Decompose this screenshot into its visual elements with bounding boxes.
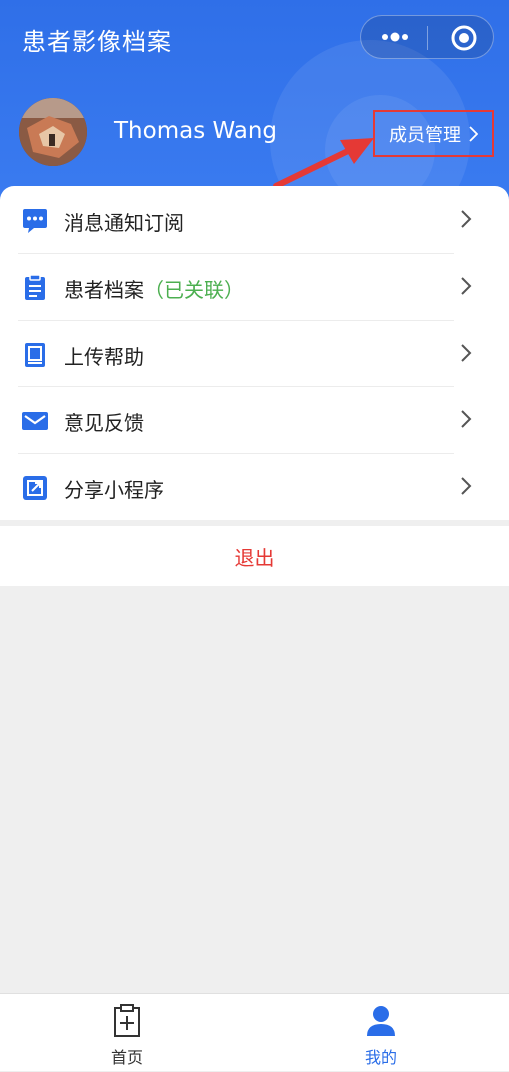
chevron-right-icon — [461, 477, 472, 495]
close-miniprogram-icon[interactable] — [451, 25, 477, 51]
user-icon — [367, 1006, 395, 1036]
menu-item-label: 消息通知订阅 — [64, 211, 184, 235]
miniprogram-capsule — [360, 15, 494, 59]
avatar[interactable] — [19, 98, 87, 166]
patient-records-label: 患者档案 — [64, 278, 144, 302]
chevron-right-icon — [461, 210, 472, 228]
menu-item-upload-help[interactable]: 上传帮助 — [0, 321, 509, 387]
profile-header: 患者影像档案 Thomas Wang 成员管理 — [0, 0, 509, 200]
member-management-button[interactable]: 成员管理 — [373, 110, 494, 157]
menu-item-notifications[interactable]: 消息通知订阅 — [0, 187, 509, 253]
menu-item-label: 患者档案（已关联） — [64, 274, 244, 303]
clipboard-icon — [25, 275, 45, 300]
tab-mine[interactable]: 我的 — [331, 994, 431, 1072]
logout-button[interactable]: 退出 — [0, 526, 509, 586]
member-management-label: 成员管理 — [389, 124, 461, 146]
chevron-right-icon — [461, 410, 472, 428]
page-title: 患者影像档案 — [22, 28, 172, 56]
menu-card: 消息通知订阅 患者档案（已关联） 上传帮助 意见反馈 分享小程序 — [0, 186, 509, 520]
chevron-right-icon — [461, 277, 472, 295]
menu-item-label: 意见反馈 — [64, 411, 144, 435]
menu-item-patient-records[interactable]: 患者档案（已关联） — [0, 254, 509, 320]
message-icon — [23, 209, 47, 233]
chevron-right-icon — [461, 344, 472, 362]
tab-bar: 首页 我的 — [0, 993, 509, 1071]
chevron-right-icon — [469, 125, 478, 142]
tab-home-label: 首页 — [110, 1048, 143, 1067]
menu-item-label: 上传帮助 — [64, 345, 144, 369]
book-icon — [25, 343, 45, 367]
avatar-image — [19, 98, 87, 166]
tab-mine-label: 我的 — [364, 1048, 397, 1067]
linked-status: （已关联） — [144, 278, 244, 302]
mail-icon — [22, 412, 48, 430]
capsule-divider — [427, 26, 428, 50]
logout-label: 退出 — [234, 545, 275, 570]
menu-item-feedback[interactable]: 意见反馈 — [0, 387, 509, 453]
more-options-icon[interactable] — [377, 26, 413, 48]
clipboard-plus-icon — [114, 1004, 140, 1037]
menu-item-label: 分享小程序 — [64, 478, 164, 502]
user-name: Thomas Wang — [114, 118, 278, 144]
menu-item-share[interactable]: 分享小程序 — [0, 454, 509, 520]
tab-home[interactable]: 首页 — [77, 994, 177, 1072]
share-icon — [23, 476, 47, 500]
